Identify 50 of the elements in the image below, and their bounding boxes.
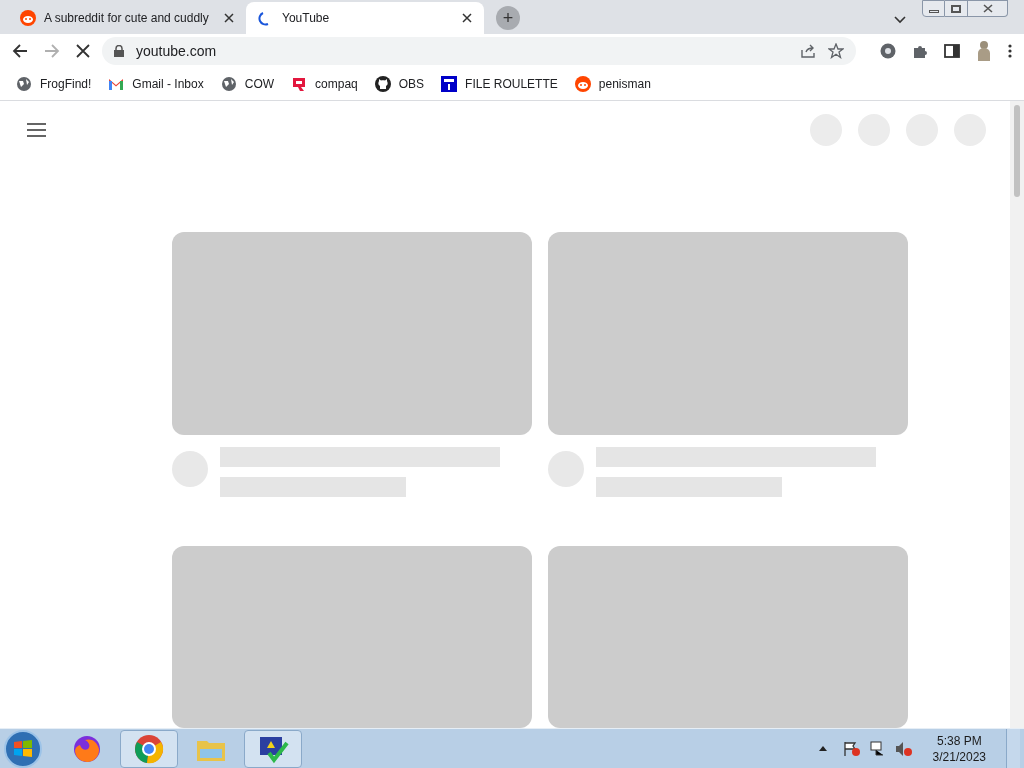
- puzzle-icon[interactable]: [912, 43, 928, 59]
- close-icon[interactable]: [224, 13, 234, 23]
- chevron-down-icon[interactable]: [894, 16, 906, 24]
- flag-error-icon[interactable]: [842, 740, 861, 757]
- mail-icon: [108, 78, 125, 90]
- share-icon[interactable]: [800, 44, 816, 58]
- file-tile-icon: [441, 76, 458, 92]
- taskbar-button[interactable]: [120, 729, 178, 768]
- bookmark[interactable]: FrogFind!: [16, 75, 92, 93]
- clock-date: 3/21/2023: [932, 748, 986, 765]
- close-icon: [982, 4, 993, 13]
- bookmark[interactable]: FILE ROULETTE: [441, 75, 558, 93]
- close-window-button[interactable]: [968, 0, 1008, 17]
- chrome-browser-icon[interactable]: [133, 732, 165, 765]
- star-icon[interactable]: [828, 43, 844, 59]
- taskbar-button[interactable]: [244, 729, 302, 768]
- stop-icon[interactable]: [76, 44, 90, 58]
- tab-title: A subreddit for cute and cuddly: [44, 10, 210, 27]
- bookmark[interactable]: OBS: [374, 75, 425, 93]
- browser-tab[interactable]: A subreddit for cute and cuddly: [8, 2, 246, 34]
- side-panel-icon[interactable]: [944, 44, 960, 58]
- address-bar[interactable]: youtube.com: [102, 37, 856, 65]
- square-logo-icon: [291, 76, 308, 92]
- bookmark[interactable]: Gmail - Inbox: [108, 75, 204, 93]
- reddit-icon: [574, 76, 591, 92]
- restore-button[interactable]: [945, 0, 968, 17]
- caret-up-icon[interactable]: [818, 746, 827, 751]
- menu-icon[interactable]: [27, 123, 46, 137]
- back-arrow-icon[interactable]: [12, 43, 28, 59]
- globe-icon: [220, 76, 237, 92]
- cat-logo-icon: [374, 76, 391, 92]
- bookmark[interactable]: COW: [220, 75, 275, 93]
- start-button[interactable]: [4, 729, 42, 768]
- url-text: youtube.com: [136, 41, 218, 61]
- reddit-icon: [20, 10, 36, 26]
- menu-dots-icon[interactable]: [1008, 44, 1012, 58]
- speaker-muted-icon[interactable]: [894, 740, 913, 757]
- browser-tab[interactable]: YouTube: [246, 2, 484, 34]
- lock-icon: [114, 45, 124, 57]
- globe-icon: [16, 76, 32, 92]
- close-icon[interactable]: [462, 13, 472, 23]
- bookmark[interactable]: compaq: [291, 75, 358, 93]
- bookmark[interactable]: penisman: [574, 75, 651, 93]
- tab-title: YouTube: [282, 10, 331, 27]
- clock-time: 5:38 PM: [936, 732, 982, 749]
- profile-figure-icon[interactable]: [976, 40, 992, 62]
- windows-logo-icon: [13, 739, 33, 758]
- minimize-button[interactable]: [922, 0, 945, 17]
- scrollbar[interactable]: [1010, 101, 1024, 728]
- new-tab-button[interactable]: +: [496, 6, 520, 30]
